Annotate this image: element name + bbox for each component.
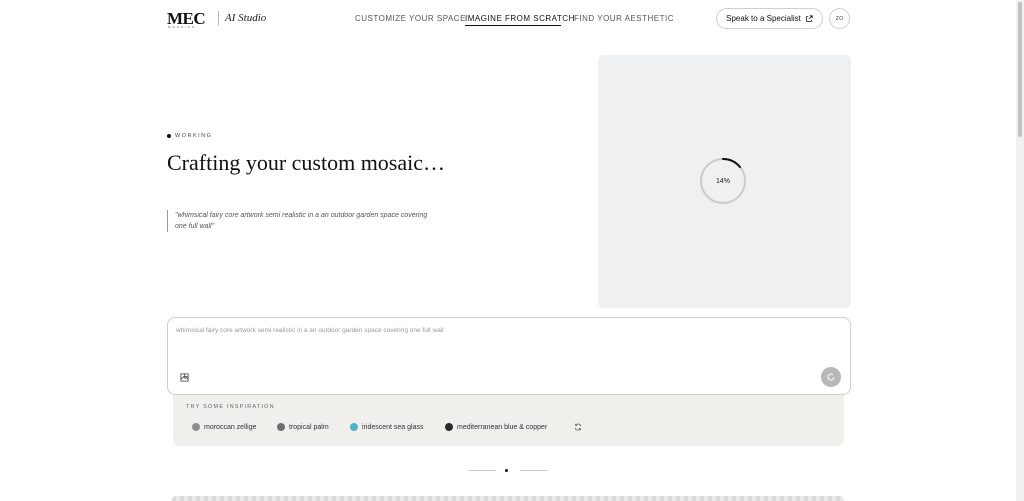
nav-imagine-from-scratch[interactable]: IMAGINE FROM SCRATCH [465, 14, 575, 23]
chip-swatch-icon [277, 423, 285, 431]
nav-find-your-aesthetic[interactable]: FIND YOUR AESTHETIC [574, 14, 674, 23]
top-header: MEC MOSAICS AI Studio CUSTOMIZE YOUR SPA… [0, 0, 1016, 38]
inspiration-chip-tropical-palm[interactable]: tropical palm [277, 421, 329, 433]
page-scrollbar-thumb[interactable] [1018, 2, 1022, 137]
chip-swatch-icon [445, 423, 453, 431]
chip-label: tropical palm [289, 423, 329, 431]
speak-to-specialist-button[interactable]: Speak to a Specialist [716, 8, 823, 29]
brand-logo-subtitle: MOSAICS [168, 25, 196, 29]
inspiration-title: TRY SOME INSPIRATION [186, 404, 275, 410]
active-nav-underline [465, 25, 561, 26]
chip-swatch-icon [192, 423, 200, 431]
pager-dot-active[interactable] [505, 469, 508, 472]
inspiration-chip-mediterranean-blue-copper[interactable]: mediterranean blue & copper [445, 421, 547, 433]
chip-swatch-icon [350, 423, 358, 431]
prompt-textarea-value[interactable]: whimsical fairy core artwork semi realis… [176, 327, 816, 334]
progress-percent: 14% [715, 177, 730, 185]
gallery-strip-preview [172, 496, 844, 501]
chip-label: iridescent sea glass [362, 423, 424, 431]
studio-label: AI Studio [225, 12, 267, 24]
chip-label: moroccan zellige [204, 423, 257, 431]
speak-to-specialist-label: Speak to a Specialist [726, 14, 801, 23]
generate-submit-button[interactable] [821, 367, 841, 387]
status-dot-icon [167, 134, 171, 138]
prompt-quote: "whimsical fairy core artwork semi reali… [167, 210, 437, 232]
refresh-icon[interactable] [574, 423, 582, 431]
inspiration-chip-moroccan-zellige[interactable]: moroccan zellige [192, 421, 257, 433]
page-title: Crafting your custom mosaic… [167, 150, 446, 175]
external-link-icon [806, 14, 813, 22]
image-upload-icon[interactable] [180, 373, 189, 382]
nav-customize-your-space[interactable]: CUSTOMIZE YOUR SPACE [355, 14, 466, 23]
user-avatar[interactable]: ZO [829, 8, 850, 29]
chip-label: mediterranean blue & copper [457, 423, 548, 431]
logo-divider [218, 11, 219, 26]
loading-spinner-icon [827, 373, 835, 381]
inspiration-chip-iridescent-sea-glass[interactable]: iridescent sea glass [350, 421, 423, 433]
pager-line-right [520, 470, 548, 471]
status-label: WORKING [175, 133, 213, 139]
pager-line-left [468, 470, 496, 471]
status-indicator: WORKING [167, 133, 212, 139]
